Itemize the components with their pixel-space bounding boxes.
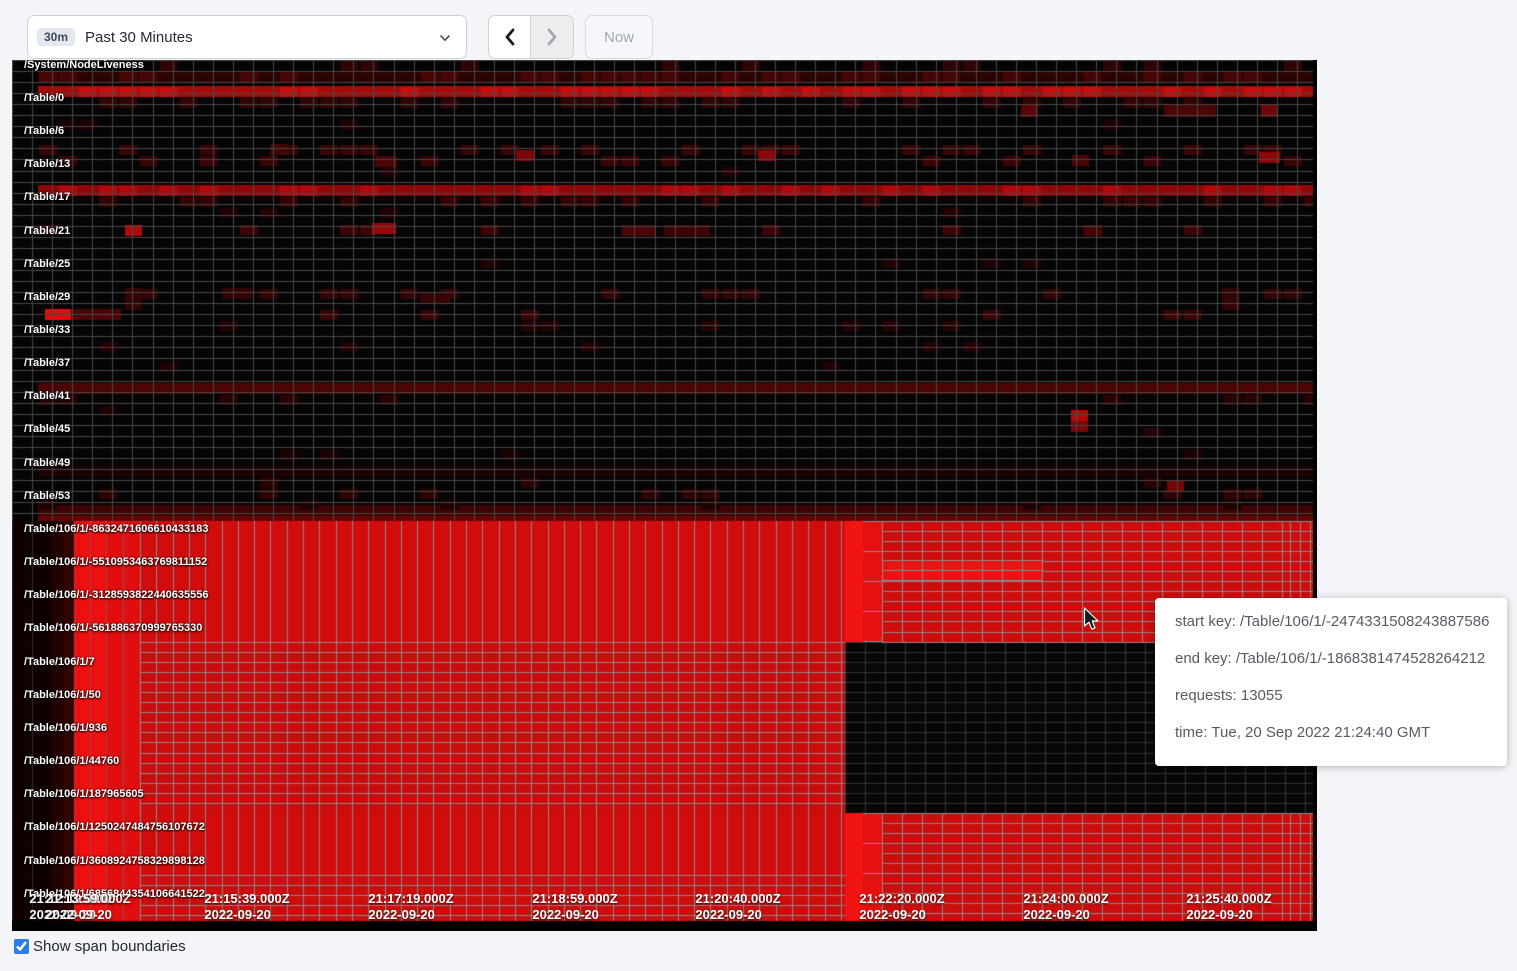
range-badge: 30m xyxy=(37,28,75,46)
chevron-down-icon xyxy=(438,31,452,45)
key-visualizer[interactable]: /System/NodeLiveness/Table/0/Table/6/Tab… xyxy=(12,60,1317,931)
tooltip-end-key: end key: /Table/106/1/-18683814745282642… xyxy=(1175,649,1487,669)
tooltip-time: time: Tue, 20 Sep 2022 21:24:40 GMT xyxy=(1175,723,1487,743)
chevron-right-icon xyxy=(544,28,560,46)
time-range-dropdown[interactable]: 30m Past 30 Minutes xyxy=(27,15,467,59)
show-span-boundaries-label: Show span boundaries xyxy=(33,938,186,955)
tooltip-start-key: start key: /Table/106/1/-247433150824388… xyxy=(1175,612,1487,632)
show-span-boundaries-checkbox[interactable] xyxy=(14,939,29,954)
heatmap-canvas[interactable] xyxy=(12,60,1317,931)
key-visualizer-page: 30m Past 30 Minutes Now /System/NodeLive… xyxy=(0,0,1517,971)
range-nav-button-group xyxy=(488,15,574,59)
next-range-button[interactable] xyxy=(531,16,573,58)
toolbar: 30m Past 30 Minutes Now xyxy=(27,15,653,59)
chevron-left-icon xyxy=(502,28,518,46)
prev-range-button[interactable] xyxy=(489,16,531,58)
span-boundaries-control: Show span boundaries xyxy=(14,938,186,955)
range-label: Past 30 Minutes xyxy=(85,29,193,46)
tooltip-requests: requests: 13055 xyxy=(1175,686,1487,706)
mouse-cursor-icon xyxy=(1083,607,1100,632)
hover-tooltip: start key: /Table/106/1/-247433150824388… xyxy=(1155,598,1507,766)
now-button[interactable]: Now xyxy=(585,15,653,59)
